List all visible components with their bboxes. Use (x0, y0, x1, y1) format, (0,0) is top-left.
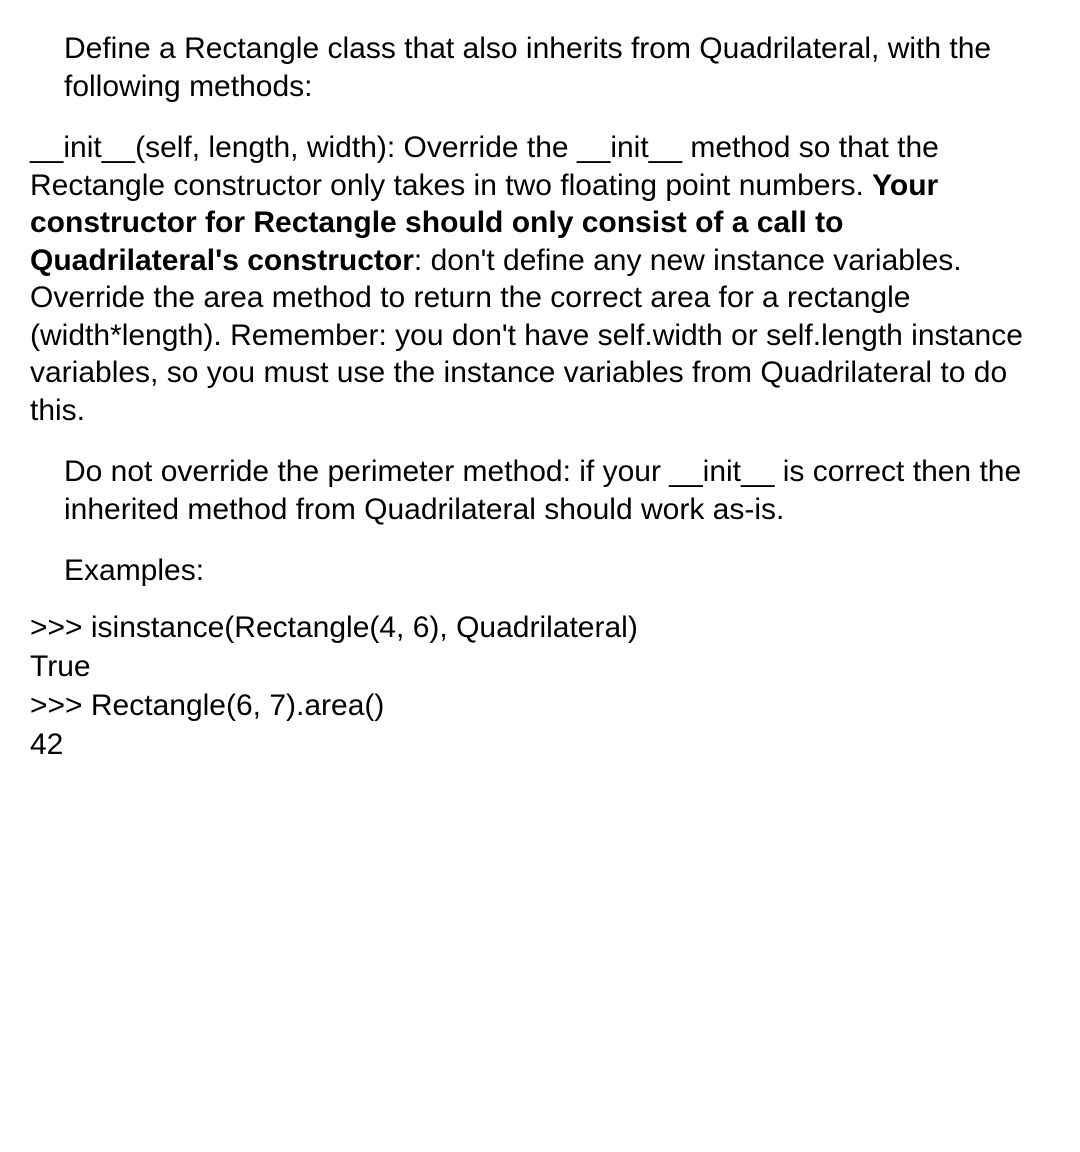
init-text-part1: __init__(self, length, width): Override … (30, 131, 939, 202)
area-override-text: Override the area method to return the c… (30, 281, 1023, 427)
code-examples: >>> isinstance(Rectangle(4, 6), Quadrila… (30, 608, 1050, 764)
intro-paragraph: Define a Rectangle class that also inher… (30, 30, 1050, 105)
code-line-2: True (30, 647, 1050, 686)
code-line-3: >>> Rectangle(6, 7).area() (30, 686, 1050, 725)
init-paragraph: __init__(self, length, width): Override … (30, 129, 1050, 429)
code-line-1: >>> isinstance(Rectangle(4, 6), Quadrila… (30, 608, 1050, 647)
perimeter-paragraph: Do not override the perimeter method: if… (30, 453, 1050, 528)
init-text-part2: : don't define any new instance variable… (414, 244, 962, 277)
examples-label: Examples: (30, 552, 1050, 590)
code-line-4: 42 (30, 725, 1050, 764)
